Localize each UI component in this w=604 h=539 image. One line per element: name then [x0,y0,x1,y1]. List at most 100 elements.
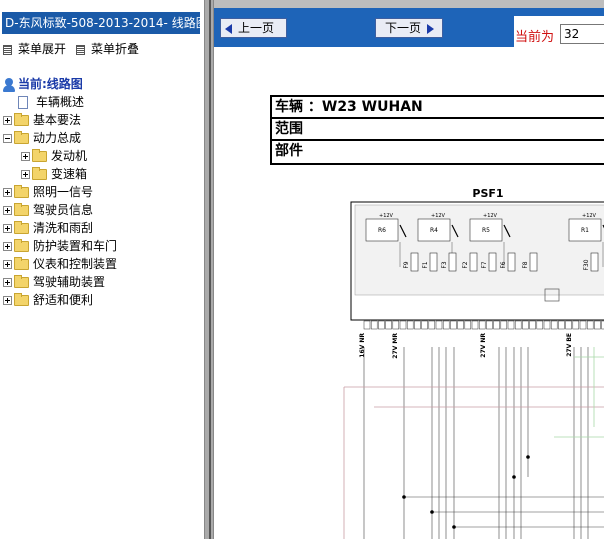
connector-pin [421,320,428,330]
folder-icon [32,149,47,162]
manual-title: D-东风标致-508-2013-2014- 线路图 [2,12,200,34]
expand-icon[interactable] [21,152,30,161]
tree-item-engine[interactable]: 发动机 [21,147,87,165]
tree-item-label: 仪表和控制装置 [33,257,118,271]
folder-icon [14,239,29,252]
left-panel: D-东风标致-508-2013-2014- 线路图 菜单展开 菜单折叠 当前:线… [0,0,204,539]
expand-menu-link[interactable]: 菜单展开 [3,40,66,57]
tree-item-gearbox[interactable]: 变速箱 [21,165,87,183]
wiring-diagram: PSF1 +12V R6 +12V R4 +12V R5 +12V R1 F9 F1 F3 F2 F7… [343,187,604,539]
fuse-label: F9 [403,261,410,268]
next-page-button[interactable]: 下一页 [375,18,443,38]
fuse-label: F1 [422,261,429,268]
tree-item-label: 舒适和便利 [33,293,94,307]
expand-icon[interactable] [3,206,12,215]
connector-pin [514,320,522,330]
tree-item-driving-aids[interactable]: 驾驶辅助装置 [3,273,105,291]
connector-pin [414,320,421,330]
signal-lines [554,347,604,438]
connector-pin [507,320,515,330]
expand-icon[interactable] [3,296,12,305]
connector-pin [478,320,486,330]
relay-label: R4 [430,227,438,234]
relay-label: R1 [581,227,589,234]
relay-voltage-label: +12V [483,213,498,219]
wire-label: 16V NR [359,333,366,358]
tree-item-label: 防护装置和车门 [33,239,118,253]
fuse-label: F6 [500,261,507,268]
connector-pin [392,320,400,330]
folder-icon [14,185,29,198]
scope-row: 范围 [272,119,604,141]
collapse-menu-link[interactable]: 菜单折叠 [76,40,139,57]
panel-splitter[interactable] [204,0,214,539]
connector-pin [522,320,529,330]
tree-item-label: 发动机 [51,149,88,163]
tree-item-protection-doors[interactable]: 防护装置和车门 [3,237,117,255]
connector-pin [586,320,594,330]
expand-icon[interactable] [3,224,12,233]
connector-pin [536,320,544,330]
connector-pin [579,320,587,330]
wiring-lines [363,347,604,539]
tree-item-label: 驾驶辅助装置 [33,275,106,289]
tree-item-vehicle-overview[interactable]: 车辆概述 [18,93,84,111]
next-page-label: 下一页 [385,21,422,35]
connector-pin [457,320,464,330]
relay-voltage-label: +12V [582,213,597,219]
tree-item-basic[interactable]: 基本要法 [3,111,81,129]
relay-label: R5 [482,227,490,234]
fuse-label: F7 [481,261,488,268]
collapse-icon[interactable] [3,134,12,143]
expand-icon[interactable] [3,188,12,197]
tree-item-wash-wipe[interactable]: 清洗和雨刮 [3,219,93,237]
top-strip [214,0,604,8]
tree-item-powertrain[interactable]: 动力总成 [3,129,81,147]
folder-icon [32,167,47,180]
connector-pin [471,320,479,330]
tree-item-driver-info[interactable]: 驾驶员信息 [3,201,93,219]
tree-item-label: 驾驶员信息 [33,203,94,217]
list-icon [3,44,12,55]
connector-pin [378,320,385,330]
tree-item-label: 变速箱 [51,167,88,181]
connector-pin [572,320,580,330]
user-icon [3,77,15,92]
tree-item-label: 基本要法 [33,113,82,127]
vehicle-row: 车辆 ：W23 WUHAN [272,97,604,119]
connector-pin [406,320,414,330]
arrow-right-icon [427,23,435,34]
relay-voltage-label: +12V [431,213,446,219]
connector-strip [363,320,604,330]
connector-pin [565,320,572,330]
ground-lines [343,386,604,539]
fuse-label: F30 [583,259,590,270]
diagram-title: PSF1 [472,187,503,200]
tree-item-instruments[interactable]: 仪表和控制装置 [3,255,117,273]
wire-label-group: 16V NR 27V MR 27V NR 27V BE [359,333,573,359]
expand-icon[interactable] [3,116,12,125]
tree-item-label: 照明一信号 [33,185,94,199]
fuse-label: F3 [441,261,448,268]
expand-icon[interactable] [3,278,12,287]
page-number-input[interactable] [560,24,604,44]
expand-menu-label: 菜单展开 [18,42,67,56]
prev-page-label: 上一页 [238,21,275,35]
tree-item-lighting[interactable]: 照明一信号 [3,183,93,201]
connector-pin [363,320,371,330]
relay-label: R6 [378,227,386,234]
tree-current[interactable]: 当前:线路图 [3,75,83,93]
expand-icon[interactable] [3,242,12,251]
expand-icon[interactable] [21,170,30,179]
connector-pin [500,320,508,330]
folder-icon [14,257,29,270]
connector-pin [450,320,457,330]
folder-icon [14,113,29,126]
connector-pin [493,320,500,330]
expand-icon[interactable] [3,260,12,269]
tree-item-comfort[interactable]: 舒适和便利 [3,291,93,309]
prev-page-button[interactable]: 上一页 [220,18,287,38]
page-label: 当前为 [515,30,555,45]
fuse-label: F8 [522,261,529,268]
list-icon [76,44,85,55]
